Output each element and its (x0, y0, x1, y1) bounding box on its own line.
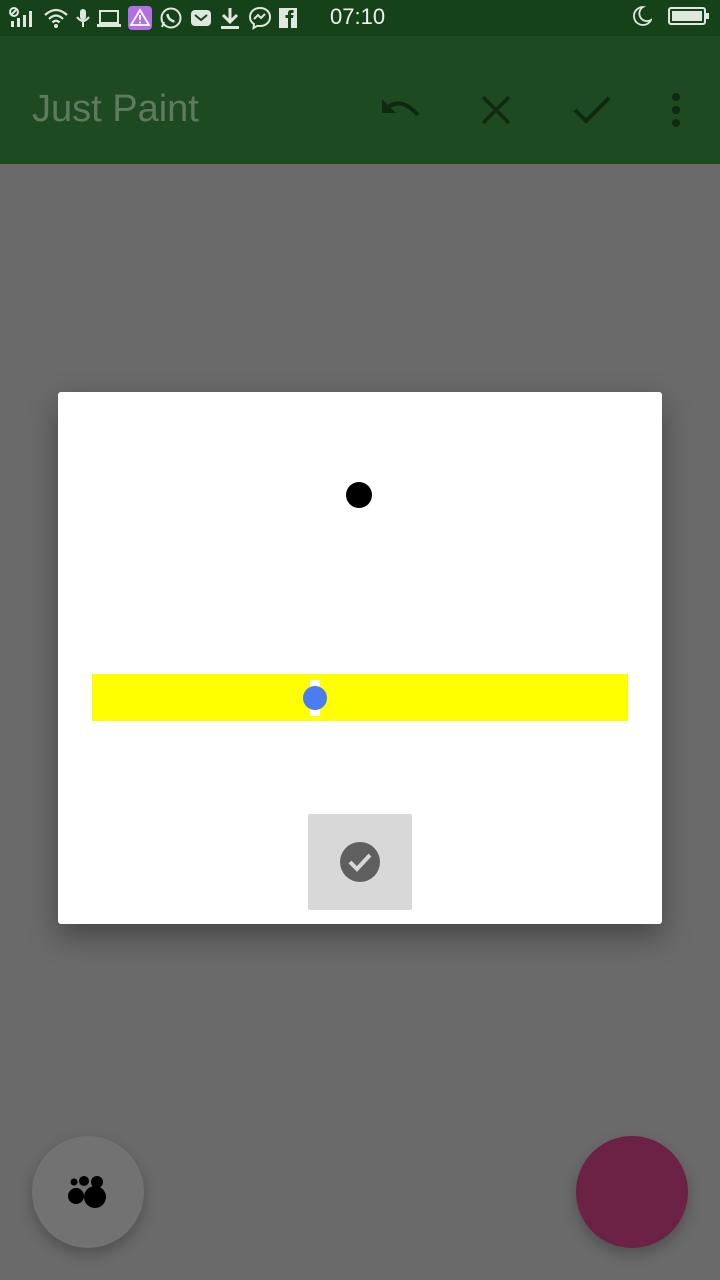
slider-thumb[interactable] (303, 686, 327, 710)
moon-icon (633, 6, 652, 26)
laptop-icon (97, 10, 121, 27)
battery-icon (668, 7, 709, 25)
signal-icon (9, 7, 32, 27)
whatsapp-icon (160, 7, 182, 29)
brush-size-dialog (58, 392, 662, 924)
status-time: 07:10 (330, 4, 386, 29)
brush-tools-button[interactable] (32, 1136, 144, 1248)
app-title: Just Paint (32, 88, 199, 130)
discard-button[interactable] (468, 86, 524, 134)
status-icons-left (8, 5, 304, 31)
undo-button[interactable] (372, 86, 428, 134)
color-picker-button[interactable] (576, 1136, 688, 1248)
wifi-icon (44, 8, 68, 28)
undo-icon (382, 99, 420, 117)
brush-size-preview (346, 482, 372, 508)
confirm-button[interactable] (308, 814, 412, 910)
facebook-icon (279, 8, 297, 28)
messenger-icon (248, 6, 272, 30)
status-icons-right (616, 5, 710, 27)
brush-dots-icon (68, 1176, 106, 1208)
mic-icon (76, 9, 90, 27)
download-icon (221, 8, 239, 29)
mail-icon (191, 10, 211, 26)
brush-size-slider[interactable] (92, 674, 628, 721)
app-bar: Just Paint (0, 36, 720, 164)
close-icon (481, 95, 511, 125)
more-vert-icon (672, 93, 680, 127)
check-icon (573, 96, 611, 124)
overflow-menu-button[interactable] (648, 86, 704, 134)
save-button[interactable] (564, 86, 620, 134)
status-bar: 07:10 (0, 0, 720, 36)
warning-app-icon (128, 6, 152, 30)
check-circle-icon (340, 842, 380, 882)
